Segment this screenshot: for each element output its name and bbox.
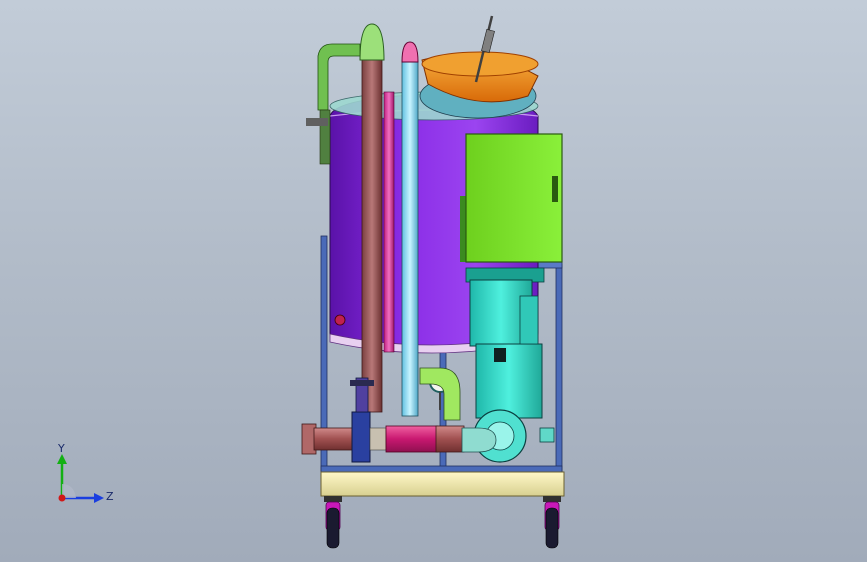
tank-lid-hatch[interactable] [419,15,539,119]
pump-motor[interactable] [465,267,545,419]
coordinate-triad: Y Z [44,440,124,510]
caster-right[interactable] [543,496,561,549]
control-cabinet[interactable] [460,133,563,263]
y-axis-label: Y [58,442,65,455]
tank-assembly-3d-model[interactable] [0,0,867,562]
z-axis-label: Z [106,490,114,503]
vertical-pipe-cyan[interactable] [401,61,419,417]
horizontal-discharge-pipe[interactable] [301,411,497,463]
caster-left[interactable] [324,496,342,549]
base-platform[interactable] [320,471,565,497]
vertical-pipe-brown[interactable] [361,59,383,413]
cad-viewport[interactable]: Y Z [0,0,867,562]
vertical-pipe-pink[interactable] [383,91,395,353]
